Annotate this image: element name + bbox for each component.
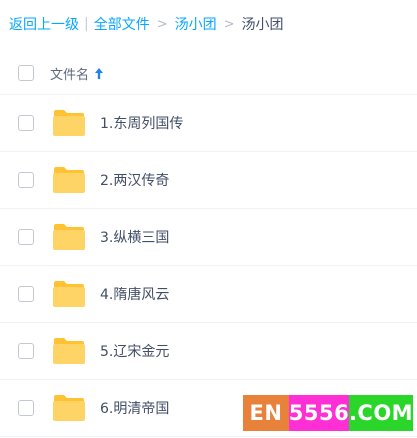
folder-icon [53,167,85,193]
file-name[interactable]: 2.两汉传奇 [100,170,169,190]
breadcrumb-separator: | [84,16,89,32]
row-checkbox[interactable] [18,229,34,245]
file-name[interactable]: 6.明清帝国 [100,398,169,418]
file-name[interactable]: 3.纵横三国 [100,227,169,247]
row-checkbox[interactable] [18,172,34,188]
breadcrumb-separator: > [223,16,235,32]
list-header: 文件名 [0,52,417,95]
column-name-label: 文件名 [50,67,90,83]
file-name[interactable]: 5.辽宋金元 [100,341,169,361]
select-all-checkbox[interactable] [18,65,34,81]
parent-folder-link[interactable]: 汤小团 [175,14,217,34]
back-link[interactable]: 返回上一级 [9,14,79,34]
all-files-link[interactable]: 全部文件 [94,14,150,34]
file-row[interactable]: 5.辽宋金元 [0,323,417,380]
watermark-part: EN [243,395,289,431]
breadcrumb-separator: > [156,16,168,32]
file-row[interactable]: 1.东周列国传 [0,95,417,152]
folder-icon [53,395,85,421]
folder-icon [53,281,85,307]
file-row[interactable]: 3.纵横三国 [0,209,417,266]
folder-icon [53,110,85,136]
row-checkbox[interactable] [18,400,34,416]
sort-ascending-icon [95,67,104,79]
watermark-part: .COM [349,395,413,431]
current-folder: 汤小团 [241,17,284,33]
sort-by-name[interactable]: 文件名 [50,64,104,83]
breadcrumb: 返回上一级 | 全部文件 > 汤小团 > 汤小团 [9,12,284,36]
watermark-logo: EN 5556 .COM [243,395,413,431]
file-row[interactable]: 4.隋唐风云 [0,266,417,323]
file-name[interactable]: 1.东周列国传 [100,113,183,133]
row-checkbox[interactable] [18,343,34,359]
file-list: 1.东周列国传 2.两汉传奇 3.纵横三国 4.隋唐风云 5.辽宋金元 6.明清… [0,95,417,437]
watermark-part: 5556 [289,395,349,431]
folder-icon [53,224,85,250]
file-row[interactable]: 2.两汉传奇 [0,152,417,209]
row-checkbox[interactable] [18,286,34,302]
row-checkbox[interactable] [18,115,34,131]
folder-icon [53,338,85,364]
file-name[interactable]: 4.隋唐风云 [100,284,169,304]
